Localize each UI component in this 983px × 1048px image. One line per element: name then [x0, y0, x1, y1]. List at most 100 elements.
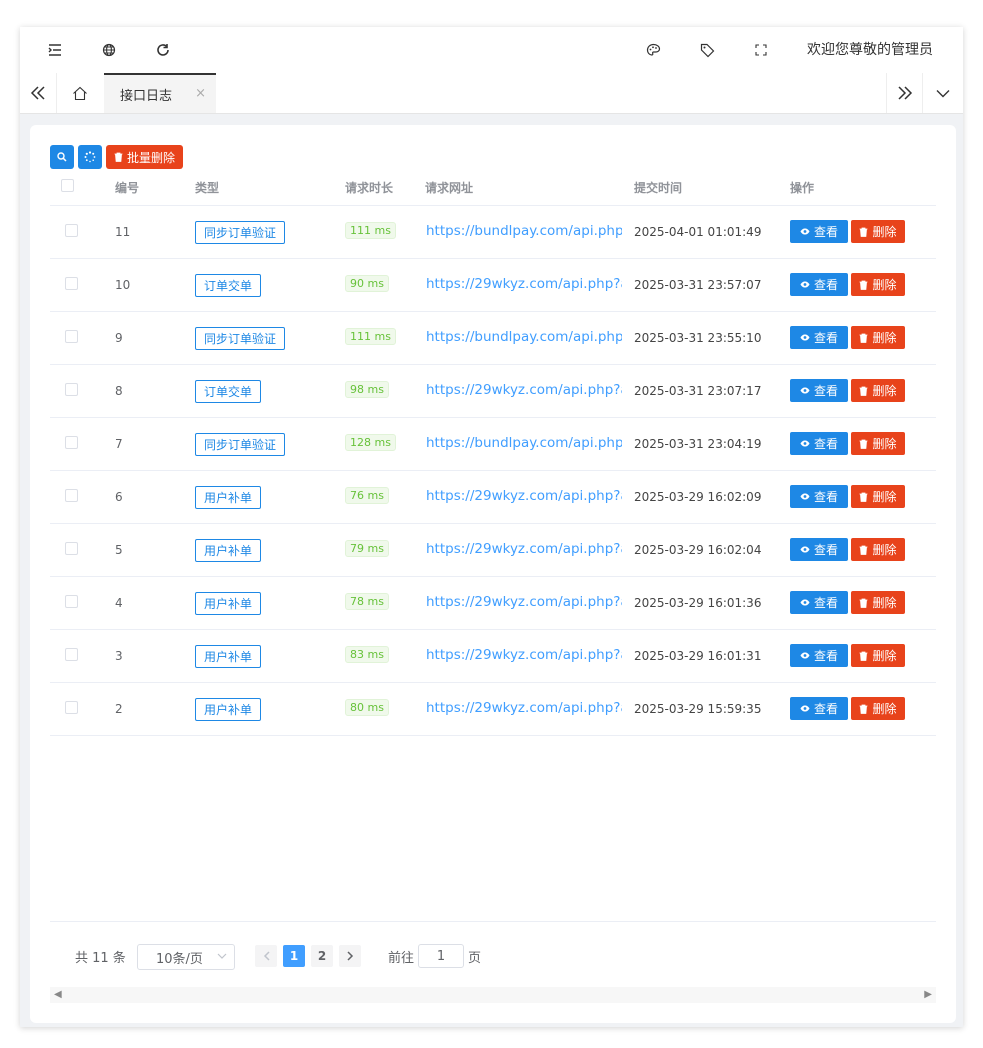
row-url-link[interactable]: https://29wkyz.com/api.php?act — [426, 488, 622, 504]
delete-button[interactable]: 删除 — [851, 485, 905, 508]
row-checkbox[interactable] — [65, 224, 78, 237]
row-type-tag: 用户补单 — [195, 645, 262, 668]
view-label: 查看 — [813, 490, 838, 504]
row-type-tag: 同步订单验证 — [195, 221, 286, 244]
tab-scroll-right-button[interactable] — [886, 73, 923, 113]
row-checkbox[interactable] — [65, 489, 78, 502]
palette-icon[interactable] — [643, 40, 663, 60]
table-header: 编号 类型 请求时长 请求网址 提交时间 操作 — [50, 171, 936, 206]
scroll-right-arrow-icon[interactable]: ▶ — [924, 989, 932, 1000]
row-checkbox[interactable] — [65, 436, 78, 449]
view-label: 查看 — [813, 278, 838, 292]
delete-button[interactable]: 删除 — [851, 697, 905, 720]
row-duration-tag: 83 ms — [345, 646, 389, 663]
globe-icon[interactable] — [99, 40, 119, 60]
delete-button[interactable]: 删除 — [851, 220, 905, 243]
row-checkbox[interactable] — [65, 595, 78, 608]
scroll-left-arrow-icon[interactable]: ◀ — [54, 989, 62, 1000]
delete-label: 删除 — [872, 384, 897, 398]
row-time: 2025-03-29 16:01:31 — [634, 649, 762, 663]
delete-button[interactable]: 删除 — [851, 379, 905, 402]
row-checkbox[interactable] — [65, 542, 78, 555]
delete-button[interactable]: 删除 — [851, 326, 905, 349]
eye-icon — [800, 387, 810, 394]
row-duration-tag: 76 ms — [345, 487, 389, 504]
row-url-link[interactable]: https://bundlpay.com/api.php?ac — [426, 435, 622, 451]
menu-fold-icon[interactable] — [45, 40, 65, 60]
table-row: 10 订单交单 90 ms https://29wkyz.com/api.php… — [50, 259, 936, 312]
row-type-tag: 用户补单 — [195, 592, 262, 615]
view-button[interactable]: 查看 — [790, 432, 848, 455]
horizontal-scrollbar[interactable]: ◀ ▶ — [50, 987, 936, 1003]
page-size-select[interactable]: 10条/页 — [137, 944, 235, 970]
tab-label: 接口日志 — [120, 88, 173, 104]
view-button[interactable]: 查看 — [790, 326, 848, 349]
double-chevron-left-icon — [30, 86, 45, 100]
view-button[interactable]: 查看 — [790, 273, 848, 296]
row-url-link[interactable]: https://29wkyz.com/api.php?act — [426, 700, 622, 716]
refresh-icon[interactable] — [153, 40, 173, 60]
row-url-link[interactable]: https://bundlpay.com/api.php?ac — [426, 329, 622, 345]
page-1-button[interactable]: 1 — [283, 945, 305, 967]
delete-label: 删除 — [872, 702, 897, 716]
row-duration-tag: 80 ms — [345, 699, 389, 716]
page-2-button[interactable]: 2 — [311, 945, 333, 967]
eye-icon — [800, 652, 810, 659]
row-duration-tag: 78 ms — [345, 593, 389, 610]
fullscreen-icon[interactable] — [751, 40, 771, 60]
view-button[interactable]: 查看 — [790, 591, 848, 614]
tag-icon[interactable] — [697, 40, 717, 60]
trash-icon — [859, 651, 868, 661]
delete-button[interactable]: 删除 — [851, 538, 905, 561]
trash-icon — [859, 439, 868, 449]
loading-icon — [84, 151, 96, 163]
batch-delete-button[interactable]: 批量删除 — [106, 145, 184, 169]
view-label: 查看 — [813, 543, 838, 557]
delete-label: 删除 — [872, 278, 897, 292]
view-button[interactable]: 查看 — [790, 538, 848, 561]
row-type-tag: 订单交单 — [195, 274, 262, 297]
view-button[interactable]: 查看 — [790, 379, 848, 402]
row-url-link[interactable]: https://29wkyz.com/api.php?act — [426, 594, 622, 610]
row-id: 7 — [115, 437, 123, 451]
row-url-link[interactable]: https://29wkyz.com/api.php?act — [426, 541, 622, 557]
row-url-link[interactable]: https://29wkyz.com/api.php?act — [426, 382, 622, 398]
eye-icon — [800, 705, 810, 712]
tab-scroll-left-button[interactable] — [20, 73, 57, 113]
row-url-link[interactable]: https://29wkyz.com/api.php?act — [426, 647, 622, 663]
header-id: 编号 — [115, 181, 140, 195]
row-checkbox[interactable] — [65, 701, 78, 714]
view-button[interactable]: 查看 — [790, 697, 848, 720]
view-button[interactable]: 查看 — [790, 644, 848, 667]
row-checkbox[interactable] — [65, 383, 78, 396]
row-type-tag: 同步订单验证 — [195, 327, 286, 350]
tab-interface-log[interactable]: 接口日志 × — [104, 73, 216, 113]
row-checkbox[interactable] — [65, 648, 78, 661]
row-url-link[interactable]: https://29wkyz.com/api.php?act — [426, 276, 622, 292]
prev-page-button[interactable] — [255, 945, 277, 967]
table-row: 9 同步订单验证 111 ms https://bundlpay.com/api… — [50, 312, 936, 365]
delete-button[interactable]: 删除 — [851, 644, 905, 667]
row-checkbox[interactable] — [65, 330, 78, 343]
tab-dropdown-button[interactable] — [922, 73, 963, 113]
welcome-text[interactable]: 欢迎您尊敬的管理员 — [807, 39, 933, 59]
delete-button[interactable]: 删除 — [851, 591, 905, 614]
delete-button[interactable]: 删除 — [851, 432, 905, 455]
table-row: 2 用户补单 80 ms https://29wkyz.com/api.php?… — [50, 683, 936, 736]
delete-button[interactable]: 删除 — [851, 273, 905, 296]
reset-button[interactable] — [78, 145, 102, 169]
select-all-checkbox[interactable] — [61, 179, 74, 192]
next-page-button[interactable] — [339, 945, 361, 967]
row-id: 11 — [115, 225, 131, 239]
row-id: 3 — [115, 649, 123, 663]
row-checkbox[interactable] — [65, 277, 78, 290]
tab-home[interactable] — [56, 73, 105, 113]
close-icon[interactable]: × — [195, 86, 206, 101]
view-button[interactable]: 查看 — [790, 220, 848, 243]
search-button[interactable] — [50, 145, 74, 169]
goto-page-input[interactable] — [418, 944, 464, 968]
row-url-link[interactable]: https://bundlpay.com/api.php?ac — [426, 223, 622, 239]
eye-icon — [800, 281, 810, 288]
row-id: 4 — [115, 596, 123, 610]
view-button[interactable]: 查看 — [790, 485, 848, 508]
